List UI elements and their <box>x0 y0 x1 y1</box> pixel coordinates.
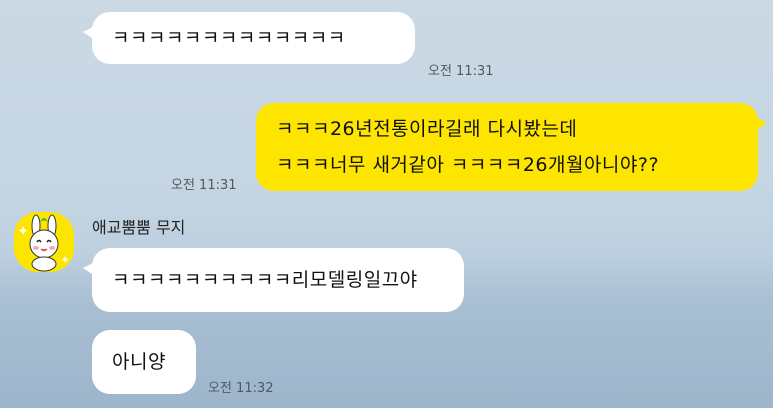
message-text-line: ㅋㅋㅋ너무 새거같아 ㅋㅋㅋㅋ26개월아니야?? <box>276 154 660 176</box>
message-text: ㅋㅋㅋㅋㅋㅋㅋㅋㅋㅋㅋㅋㅋ <box>112 27 346 49</box>
message-text: 아니양 <box>112 351 166 373</box>
message-bubble[interactable]: 아니양 <box>92 330 196 394</box>
message-timestamp: 오전 11:31 <box>428 64 494 79</box>
message-text: ㅋㅋㅋㅋㅋㅋㅋㅋㅋㅋ리모델링일끄야 <box>112 269 418 291</box>
message-bubble[interactable]: ㅋㅋㅋㅋㅋㅋㅋㅋㅋㅋㅋㅋㅋ <box>83 12 415 64</box>
message-timestamp: 오전 11:32 <box>208 381 274 396</box>
muzi-character-icon <box>14 212 74 272</box>
message-text-line: ㅋㅋㅋ26년전통이라길래 다시봤는데 <box>276 118 578 140</box>
my-message-bubble[interactable]: ㅋㅋㅋ26년전통이라길래 다시봤는데 ㅋㅋㅋ너무 새거같아 ㅋㅋㅋㅋ26개월아니… <box>256 103 767 191</box>
message-timestamp: 오전 11:31 <box>171 178 237 193</box>
sender-name: 애교뿜뿜 무지 <box>92 218 186 237</box>
profile-avatar[interactable] <box>14 212 74 272</box>
message-bubble[interactable]: ㅋㅋㅋㅋㅋㅋㅋㅋㅋㅋ리모델링일끄야 <box>83 248 464 312</box>
